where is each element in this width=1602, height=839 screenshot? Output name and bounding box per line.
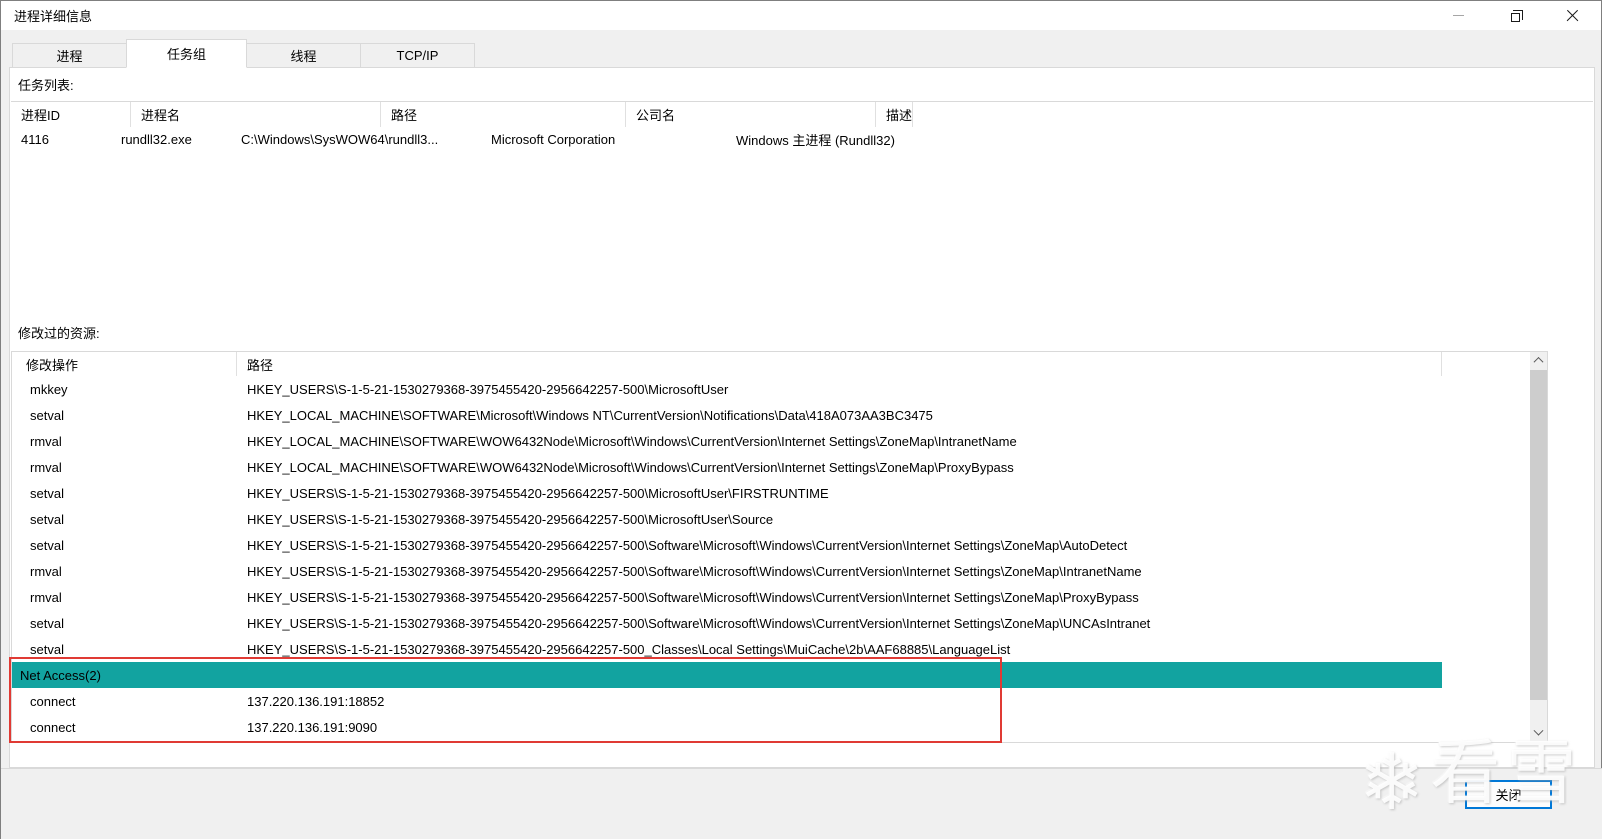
task-list[interactable]: 进程ID 进程名 路径 公司名 描述 4116 rundll32.exe C:\… [11,101,1593,320]
table-row[interactable]: setval HKEY_USERS\S-1-5-21-1530279368-39… [12,480,1530,506]
tab[interactable]: 进程 [12,43,127,68]
table-row[interactable]: setval HKEY_USERS\S-1-5-21-1530279368-39… [12,610,1530,636]
row-path: HKEY_USERS\S-1-5-21-1530279368-397545542… [237,616,1442,631]
table-row[interactable]: setval HKEY_USERS\S-1-5-21-1530279368-39… [12,532,1530,558]
table-row[interactable]: connect 137.220.136.191:18852 [12,688,1530,714]
row-operation: connect [12,694,237,709]
close-window-button[interactable] [1544,1,1601,30]
row-operation: setval [12,616,237,631]
row-operation: setval [12,642,237,657]
table-row[interactable]: rmval HKEY_USERS\S-1-5-21-1530279368-397… [12,558,1530,584]
row-operation: mkkey [12,382,237,397]
chevron-down-icon [1534,726,1544,736]
task-list-header: 进程ID 进程名 路径 公司名 描述 [11,102,1593,127]
tab[interactable]: TCP/IP [360,43,475,68]
row-path: HKEY_USERS\S-1-5-21-1530279368-397545542… [237,564,1442,579]
column-header[interactable]: 公司名 [626,102,876,127]
row-operation: setval [12,486,237,501]
modified-resources-header: 修改操作 路径 [12,352,1530,376]
footer: 关闭 [1,769,1602,839]
table-row[interactable]: mkkey HKEY_USERS\S-1-5-21-1530279368-397… [12,376,1530,402]
close-icon [1565,8,1580,23]
minimize-button[interactable] [1430,1,1487,30]
titlebar: 进程详细信息 [1,1,1601,30]
row-path: HKEY_USERS\S-1-5-21-1530279368-397545542… [237,538,1442,553]
column-header[interactable]: 路径 [381,102,626,127]
tab[interactable]: 线程 [246,43,361,68]
scroll-up-button[interactable] [1530,352,1547,369]
modified-resources-list[interactable]: 修改操作 路径 mkkey HKEY_USERS\S-1-5-21-153027… [11,351,1548,743]
scrollbar-thumb[interactable] [1530,370,1547,700]
row-operation: Net Access(2) [12,668,101,683]
restore-icon [1511,13,1520,22]
column-header-path[interactable]: 路径 [237,352,1442,376]
row-path: HKEY_USERS\S-1-5-21-1530279368-397545542… [237,512,1442,527]
modified-resources-label: 修改过的资源: [18,323,100,342]
row-path: HKEY_LOCAL_MACHINE\SOFTWARE\Microsoft\Wi… [237,408,1442,423]
row-operation: rmval [12,590,237,605]
table-row[interactable]: setval HKEY_LOCAL_MACHINE\SOFTWARE\Micro… [12,402,1530,428]
row-path: 137.220.136.191:18852 [237,694,1442,709]
restore-button[interactable] [1487,1,1544,30]
tab-bar: 进程 任务组 线程 TCP/IP [12,39,474,68]
cell-description: Windows 主进程 (Rundll32) [726,130,976,149]
row-operation: rmval [12,460,237,475]
task-list-label: 任务列表: [18,75,74,94]
table-row[interactable]: rmval HKEY_LOCAL_MACHINE\SOFTWARE\WOW643… [12,428,1530,454]
row-operation: setval [12,512,237,527]
row-operation: rmval [12,434,237,449]
chevron-up-icon [1534,357,1544,367]
row-path: HKEY_USERS\S-1-5-21-1530279368-397545542… [237,382,1442,397]
cell-path: C:\Windows\SysWOW64\rundll3... [231,132,481,147]
modified-resources-rows: mkkey HKEY_USERS\S-1-5-21-1530279368-397… [12,376,1530,740]
vertical-scrollbar[interactable] [1530,352,1547,742]
table-row[interactable]: rmval HKEY_LOCAL_MACHINE\SOFTWARE\WOW643… [12,454,1530,480]
column-header[interactable]: 进程名 [131,102,381,127]
row-path: HKEY_USERS\S-1-5-21-1530279368-397545542… [237,590,1442,605]
row-operation: connect [12,720,237,735]
column-header[interactable]: 进程ID [11,102,131,127]
column-header-operation[interactable]: 修改操作 [12,352,237,376]
scroll-down-button[interactable] [1530,725,1547,742]
minimize-icon [1453,15,1464,16]
row-path: HKEY_LOCAL_MACHINE\SOFTWARE\WOW6432Node\… [237,460,1442,475]
table-row[interactable]: setval HKEY_USERS\S-1-5-21-1530279368-39… [12,506,1530,532]
row-operation: setval [12,538,237,553]
process-details-window: 进程详细信息 进程 任务组 线程 TCP/IP 任务列表: 进程ID [0,0,1602,839]
table-row[interactable]: Net Access(2) [12,662,1442,688]
row-path: HKEY_USERS\S-1-5-21-1530279368-397545542… [237,642,1442,657]
window-controls [1430,1,1601,30]
close-button[interactable]: 关闭 [1465,780,1552,809]
row-path: HKEY_USERS\S-1-5-21-1530279368-397545542… [237,486,1442,501]
cell-name: rundll32.exe [111,132,231,147]
tab[interactable]: 任务组 [126,39,247,68]
cell-pid: 4116 [11,132,111,147]
window-title: 进程详细信息 [14,6,92,25]
table-row[interactable]: setval HKEY_USERS\S-1-5-21-1530279368-39… [12,636,1530,662]
cell-company: Microsoft Corporation [481,132,726,147]
row-operation: setval [12,408,237,423]
table-row[interactable]: 4116 rundll32.exe C:\Windows\SysWOW64\ru… [11,127,1593,152]
table-row[interactable]: rmval HKEY_USERS\S-1-5-21-1530279368-397… [12,584,1530,610]
column-header[interactable]: 描述 [876,102,913,127]
row-path: HKEY_LOCAL_MACHINE\SOFTWARE\WOW6432Node\… [237,434,1442,449]
row-operation: rmval [12,564,237,579]
row-path: 137.220.136.191:9090 [237,720,1442,735]
table-row[interactable]: connect 137.220.136.191:9090 [12,714,1530,740]
